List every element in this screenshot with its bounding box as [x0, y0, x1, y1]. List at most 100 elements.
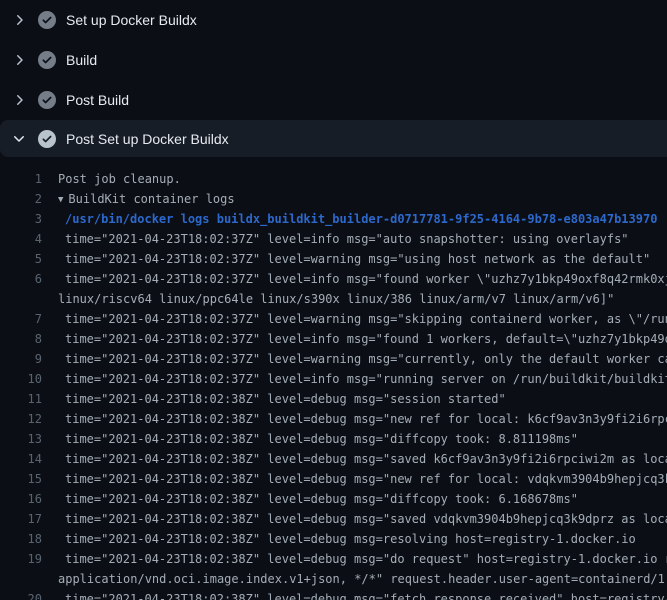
- log-line-number[interactable]: 9: [0, 352, 42, 366]
- log-line-number[interactable]: 19: [0, 552, 42, 566]
- step-list: Set up Docker Buildx Build: [0, 0, 667, 157]
- log-line-text: time="2021-04-23T18:02:37Z" level=warnin…: [42, 252, 650, 266]
- log-row: 11 time="2021-04-23T18:02:38Z" level=deb…: [0, 389, 667, 409]
- log-line-content: time="2021-04-23T18:02:37Z" level=warnin…: [65, 312, 667, 326]
- log-line-number[interactable]: 4: [0, 232, 42, 246]
- log-line-content: time="2021-04-23T18:02:37Z" level=info m…: [65, 372, 667, 386]
- log-line-number[interactable]: 1: [0, 172, 42, 186]
- log-line-content: linux/riscv64 linux/ppc64le linux/s390x …: [58, 292, 614, 306]
- check-circle-icon: [38, 91, 56, 109]
- log-row: 8 time="2021-04-23T18:02:37Z" level=info…: [0, 329, 667, 349]
- log-line-content: Post job cleanup.: [58, 172, 181, 186]
- log-line-number[interactable]: 2: [0, 192, 42, 206]
- log-row: 9 time="2021-04-23T18:02:37Z" level=warn…: [0, 349, 667, 369]
- step-label: Build: [66, 52, 97, 68]
- step-label: Post Set up Docker Buildx: [66, 131, 229, 147]
- log-row: 12 time="2021-04-23T18:02:38Z" level=deb…: [0, 409, 667, 429]
- log-line-number[interactable]: 12: [0, 412, 42, 426]
- log-line-number[interactable]: 20: [0, 592, 42, 600]
- log-line-text: time="2021-04-23T18:02:38Z" level=debug …: [42, 452, 667, 466]
- log-line-text: time="2021-04-23T18:02:37Z" level=info m…: [42, 332, 667, 346]
- log-line-number[interactable]: 3: [0, 212, 42, 226]
- log-line-number[interactable]: 7: [0, 312, 42, 326]
- log-output: 1 Post job cleanup. 2 ▼BuildKit containe…: [0, 157, 667, 600]
- log-line-content: application/vnd.oci.image.index.v1+json,…: [58, 572, 667, 586]
- log-line-content: time="2021-04-23T18:02:38Z" level=debug …: [65, 412, 667, 426]
- step-label: Post Build: [66, 92, 129, 108]
- log-line-text: time="2021-04-23T18:02:37Z" level=info m…: [42, 272, 667, 286]
- log-line-number[interactable]: 17: [0, 512, 42, 526]
- log-line-content: time="2021-04-23T18:02:37Z" level=warnin…: [65, 352, 667, 366]
- log-line-content: time="2021-04-23T18:02:37Z" level=info m…: [65, 332, 667, 346]
- step-row-0[interactable]: Set up Docker Buildx: [0, 0, 667, 40]
- log-line-text: time="2021-04-23T18:02:38Z" level=debug …: [42, 392, 506, 406]
- log-line-text: time="2021-04-23T18:02:38Z" level=debug …: [42, 412, 667, 426]
- log-line-content: time="2021-04-23T18:02:38Z" level=debug …: [65, 472, 667, 486]
- check-circle-icon: [38, 51, 56, 69]
- step-row-1[interactable]: Build: [0, 40, 667, 80]
- log-row: 1 Post job cleanup.: [0, 169, 667, 189]
- log-row: 3 /usr/bin/docker logs buildx_buildkit_b…: [0, 209, 667, 229]
- log-line-content: /usr/bin/docker logs buildx_buildkit_bui…: [65, 212, 657, 226]
- log-line-number[interactable]: 13: [0, 432, 42, 446]
- step-row-2[interactable]: Post Build: [0, 80, 667, 120]
- log-line-number[interactable]: 14: [0, 452, 42, 466]
- log-line-content: time="2021-04-23T18:02:38Z" level=debug …: [65, 512, 667, 526]
- log-line-text: linux/riscv64 linux/ppc64le linux/s390x …: [42, 292, 614, 306]
- log-line-number[interactable]: 10: [0, 372, 42, 386]
- chevron-right-icon: [11, 12, 27, 28]
- chevron-right-icon: [11, 52, 27, 68]
- log-line-number[interactable]: 18: [0, 532, 42, 546]
- log-row: application/vnd.oci.image.index.v1+json,…: [0, 569, 667, 589]
- log-line-number[interactable]: 5: [0, 252, 42, 266]
- log-line-text: time="2021-04-23T18:02:38Z" level=debug …: [42, 512, 667, 526]
- log-line-number[interactable]: 16: [0, 492, 42, 506]
- log-row: linux/riscv64 linux/ppc64le linux/s390x …: [0, 289, 667, 309]
- log-line-content: time="2021-04-23T18:02:37Z" level=info m…: [65, 272, 667, 286]
- log-row[interactable]: 2 ▼BuildKit container logs: [0, 189, 667, 209]
- log-line-content: time="2021-04-23T18:02:38Z" level=debug …: [65, 432, 578, 446]
- log-line-content: time="2021-04-23T18:02:38Z" level=debug …: [65, 552, 667, 566]
- log-line-text: Post job cleanup.: [42, 172, 181, 186]
- log-line-content: time="2021-04-23T18:02:38Z" level=debug …: [65, 452, 667, 466]
- log-line-text: time="2021-04-23T18:02:38Z" level=debug …: [42, 552, 667, 566]
- log-line-text: time="2021-04-23T18:02:38Z" level=debug …: [42, 492, 578, 506]
- log-row: 16 time="2021-04-23T18:02:38Z" level=deb…: [0, 489, 667, 509]
- step-label: Set up Docker Buildx: [66, 12, 197, 28]
- log-line-content: time="2021-04-23T18:02:38Z" level=debug …: [65, 592, 667, 600]
- log-row: 10 time="2021-04-23T18:02:37Z" level=inf…: [0, 369, 667, 389]
- log-row: 19 time="2021-04-23T18:02:38Z" level=deb…: [0, 549, 667, 569]
- log-line-text: time="2021-04-23T18:02:38Z" level=debug …: [42, 532, 636, 546]
- log-line-content: time="2021-04-23T18:02:38Z" level=debug …: [65, 392, 506, 406]
- log-row: 4 time="2021-04-23T18:02:37Z" level=info…: [0, 229, 667, 249]
- log-line-text: time="2021-04-23T18:02:37Z" level=warnin…: [42, 312, 667, 326]
- log-line-text: time="2021-04-23T18:02:38Z" level=debug …: [42, 472, 667, 486]
- log-row: 13 time="2021-04-23T18:02:38Z" level=deb…: [0, 429, 667, 449]
- chevron-right-icon: [11, 92, 27, 108]
- log-line-content: time="2021-04-23T18:02:38Z" level=debug …: [65, 492, 578, 506]
- log-row: 14 time="2021-04-23T18:02:38Z" level=deb…: [0, 449, 667, 469]
- check-circle-icon: [38, 11, 56, 29]
- log-row: 15 time="2021-04-23T18:02:38Z" level=deb…: [0, 469, 667, 489]
- check-circle-icon: [38, 130, 56, 148]
- log-line-text: time="2021-04-23T18:02:37Z" level=warnin…: [42, 352, 667, 366]
- log-line-text: time="2021-04-23T18:02:38Z" level=debug …: [42, 592, 667, 600]
- log-row: 7 time="2021-04-23T18:02:37Z" level=warn…: [0, 309, 667, 329]
- actions-log-viewer: Set up Docker Buildx Build: [0, 0, 667, 600]
- log-line-text: /usr/bin/docker logs buildx_buildkit_bui…: [42, 212, 657, 226]
- step-row-3[interactable]: Post Set up Docker Buildx: [0, 120, 667, 157]
- log-row: 20 time="2021-04-23T18:02:38Z" level=deb…: [0, 589, 667, 600]
- log-line-number[interactable]: 8: [0, 332, 42, 346]
- log-line-text: ▼BuildKit container logs: [42, 192, 235, 206]
- log-line-text: time="2021-04-23T18:02:37Z" level=info m…: [42, 232, 629, 246]
- log-row: 5 time="2021-04-23T18:02:37Z" level=warn…: [0, 249, 667, 269]
- group-triangle-icon: ▼: [58, 195, 63, 205]
- log-line-text: time="2021-04-23T18:02:38Z" level=debug …: [42, 432, 578, 446]
- log-line-number[interactable]: 11: [0, 392, 42, 406]
- log-line-content: time="2021-04-23T18:02:38Z" level=debug …: [65, 532, 636, 546]
- log-line-number[interactable]: 15: [0, 472, 42, 486]
- log-line-content: time="2021-04-23T18:02:37Z" level=info m…: [65, 232, 629, 246]
- log-line-content: time="2021-04-23T18:02:37Z" level=warnin…: [65, 252, 650, 266]
- log-line-text: time="2021-04-23T18:02:37Z" level=info m…: [42, 372, 667, 386]
- log-line-number[interactable]: 6: [0, 272, 42, 286]
